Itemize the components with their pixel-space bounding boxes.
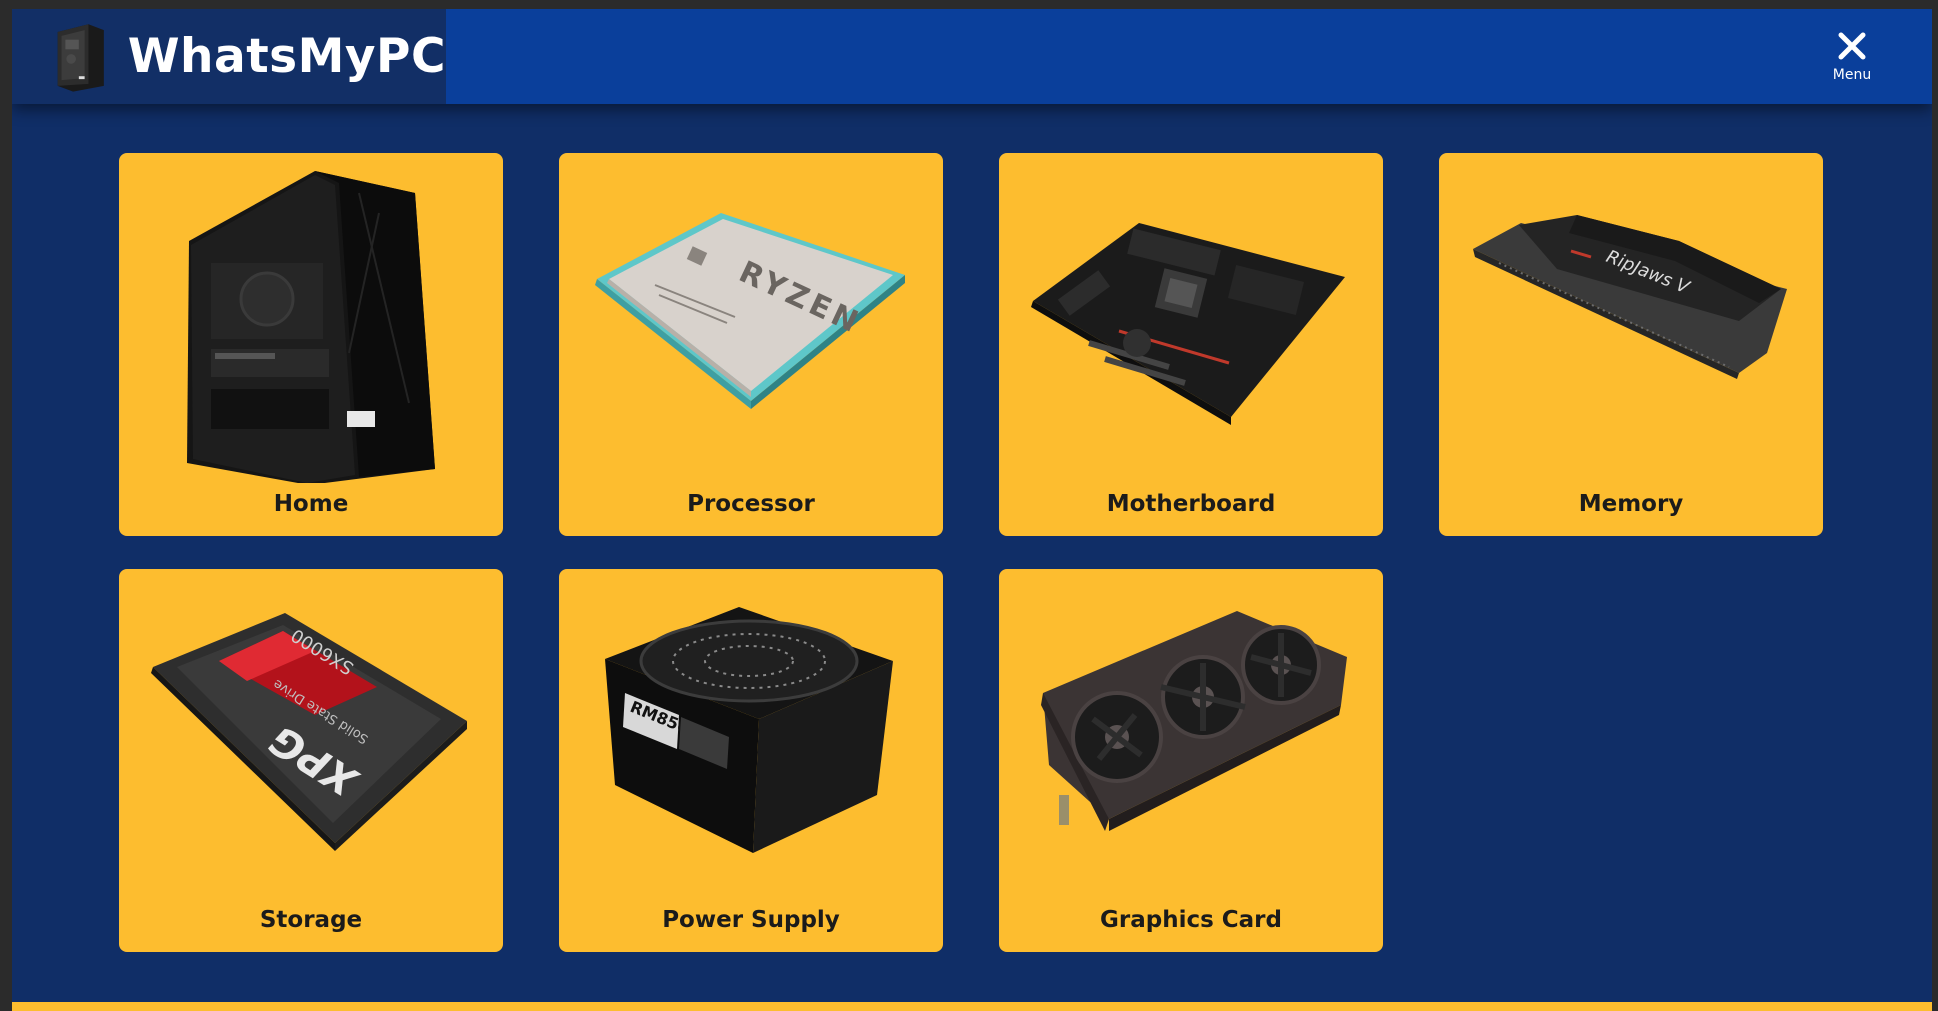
tile-label: Memory — [1578, 491, 1684, 517]
tile-label: Motherboard — [1106, 491, 1276, 517]
tile-label: Home — [273, 491, 349, 517]
close-icon — [1838, 32, 1866, 60]
component-grid: Home RYZEN Processor Motherboard RipJaws… — [119, 153, 1823, 952]
menu-button[interactable]: Menu — [1822, 31, 1882, 91]
tile-motherboard[interactable]: Motherboard — [999, 153, 1383, 536]
tile-label: Processor — [687, 491, 815, 517]
tile-memory[interactable]: RipJaws V Memory — [1439, 153, 1823, 536]
brand-block[interactable]: WhatsMyPC — [12, 9, 446, 104]
cpu-chip-icon: RYZEN — [595, 213, 905, 409]
pc-case-icon — [187, 171, 435, 483]
tile-storage[interactable]: XPG Solid State Drive SX6000 Storage — [119, 569, 503, 952]
graphics-card-icon — [1041, 611, 1347, 831]
app-window: WhatsMyPC Menu Home RYZEN Processor Moth… — [12, 9, 1932, 1011]
menu-label: Menu — [1832, 67, 1872, 83]
motherboard-icon — [1031, 223, 1345, 425]
brand-name: WhatsMyPC — [127, 29, 446, 84]
tile-power-supply[interactable]: RM850x Power Supply — [559, 569, 943, 952]
pc-tower-icon — [57, 23, 104, 92]
top-header: WhatsMyPC Menu — [12, 9, 1932, 104]
tile-label: Storage — [259, 907, 363, 933]
tile-label: Power Supply — [662, 907, 840, 933]
tile-graphics-card[interactable]: Graphics Card — [999, 569, 1383, 952]
footer-accent-bar — [12, 1002, 1932, 1011]
ram-stick-icon: RipJaws V — [1473, 215, 1787, 379]
tile-home[interactable]: Home — [119, 153, 503, 536]
power-supply-icon: RM850x — [605, 607, 893, 853]
tile-label: Graphics Card — [1099, 907, 1282, 933]
ssd-drive-icon: XPG Solid State Drive SX6000 — [151, 613, 467, 851]
tile-processor[interactable]: RYZEN Processor — [559, 153, 943, 536]
